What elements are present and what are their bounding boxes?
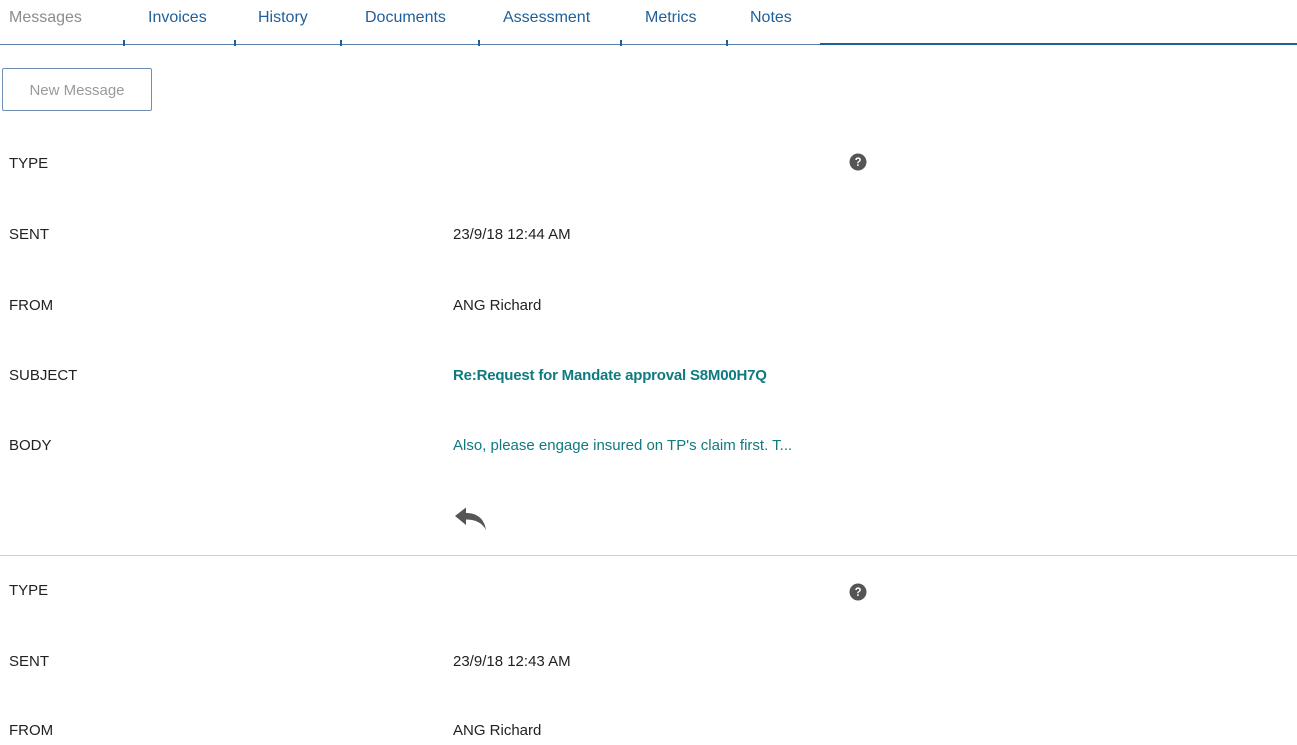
tab-documents[interactable]: Documents [365, 9, 446, 27]
sent-value: 23/9/18 12:43 AM [453, 653, 571, 670]
type-label: TYPE [9, 155, 49, 172]
from-label: FROM [9, 297, 54, 314]
tab-notes[interactable]: Notes [750, 9, 792, 27]
tab-divider [620, 40, 622, 46]
from-value: ANG Richard [453, 722, 542, 739]
subject-label: SUBJECT [9, 367, 78, 384]
reply-icon[interactable] [453, 506, 487, 532]
new-message-button[interactable]: New Message [2, 68, 152, 111]
from-value: ANG Richard [453, 297, 542, 314]
subject-link[interactable]: Re:Request for Mandate approval S8M00H7Q [453, 367, 767, 384]
type-label: TYPE [9, 582, 49, 599]
tab-invoices[interactable]: Invoices [148, 9, 207, 27]
tab-assessment[interactable]: Assessment [503, 9, 590, 27]
message-separator [0, 555, 1297, 556]
tab-active-indicator [0, 44, 123, 45]
tab-divider [123, 40, 125, 46]
tab-history[interactable]: History [258, 9, 308, 27]
tab-divider [234, 40, 236, 46]
body-preview-link[interactable]: Also, please engage insured on TP's clai… [453, 437, 792, 454]
sent-label: SENT [9, 653, 50, 670]
sent-label: SENT [9, 226, 50, 243]
tab-messages[interactable]: Messages [9, 9, 82, 27]
body-label: BODY [9, 437, 52, 454]
tab-strip-line [123, 44, 820, 45]
tab-bar: Messages Invoices History Documents Asse… [0, 0, 1297, 46]
question-circle-icon[interactable] [849, 583, 867, 601]
sent-value: 23/9/18 12:44 AM [453, 226, 571, 243]
from-label: FROM [9, 722, 54, 739]
tab-divider [340, 40, 342, 46]
tab-divider [478, 40, 480, 46]
tab-metrics[interactable]: Metrics [645, 9, 697, 27]
question-circle-icon[interactable] [849, 153, 867, 171]
tab-divider [726, 40, 728, 46]
tab-bar-underline [820, 43, 1297, 45]
